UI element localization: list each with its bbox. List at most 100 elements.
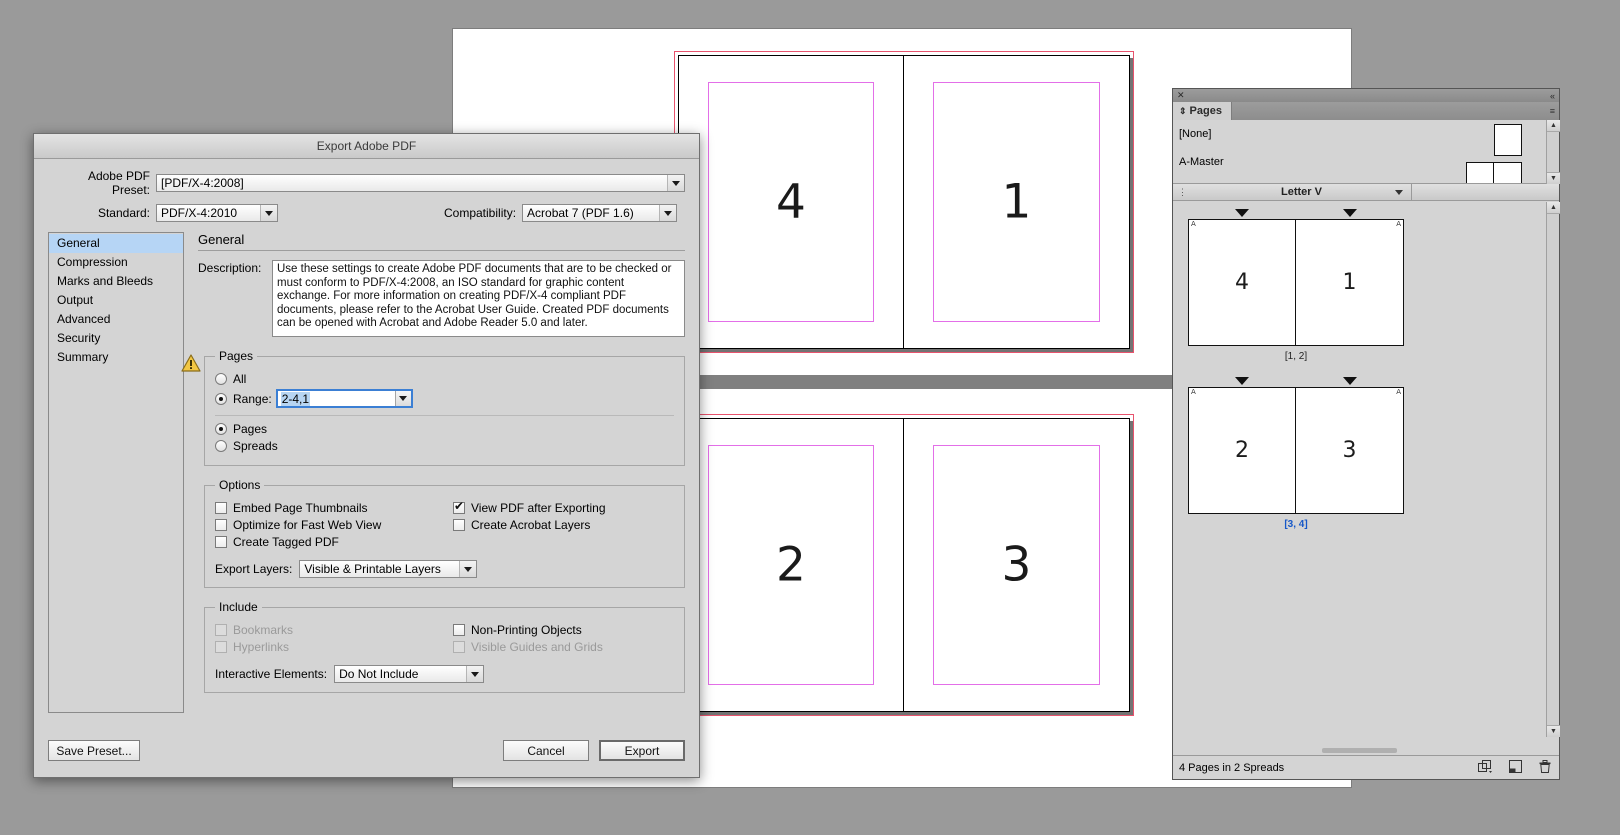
scroll-up-icon[interactable]: ▲ xyxy=(1547,120,1560,132)
delete-page-icon[interactable] xyxy=(1539,759,1551,776)
page-marker-icon xyxy=(1343,377,1357,385)
dialog-titlebar: Export Adobe PDF xyxy=(34,134,699,159)
compatibility-label: Compatibility: xyxy=(444,206,517,220)
pages-panel-titlebar: ✕ « xyxy=(1173,89,1559,102)
check-view-pdf-after-exporting-row[interactable]: View PDF after Exporting xyxy=(453,500,674,515)
chevron-down-icon xyxy=(659,205,677,221)
scroll-up-icon[interactable]: ▲ xyxy=(1547,202,1560,214)
interactive-elements-label: Interactive Elements: xyxy=(215,667,328,681)
sidebar-item-marks-and-bleeds[interactable]: Marks and Bleeds xyxy=(49,272,183,291)
master-thumbnail-none[interactable] xyxy=(1494,124,1522,156)
radio-range[interactable] xyxy=(215,392,227,405)
description-textarea[interactable]: Use these settings to create Adobe PDF d… xyxy=(272,260,685,337)
radio-pages[interactable] xyxy=(215,423,227,435)
checkbox-label: Create Tagged PDF xyxy=(233,535,339,549)
export-layers-select[interactable]: Visible & Printable Layers xyxy=(299,560,478,578)
chevron-down-icon xyxy=(1395,189,1403,195)
check-create-acrobat-layers-row[interactable]: Create Acrobat Layers xyxy=(453,518,674,532)
radio-all-row[interactable]: All xyxy=(215,372,674,386)
checkbox-create-tagged-pdf[interactable] xyxy=(215,536,227,548)
pages-thumbnail-area[interactable]: A 4 A 1 [1, 2] A 2 A 3 [3, 4] xyxy=(1173,202,1559,737)
interactive-elements-value: Do Not Include xyxy=(339,667,419,681)
compatibility-value: Acrobat 7 (PDF 1.6) xyxy=(527,206,634,220)
master-prefix-label: A xyxy=(1396,220,1401,228)
checkbox-create-acrobat-layers[interactable] xyxy=(453,519,465,531)
scroll-down-icon[interactable]: ▼ xyxy=(1547,172,1560,184)
pages-panel-tabbar: ⇕ Pages ≡ xyxy=(1173,102,1559,120)
checkbox-label: Optimize for Fast Web View xyxy=(233,518,382,532)
check-optimize-fast-web-view-row[interactable]: Optimize for Fast Web View xyxy=(215,518,453,532)
pages-panel-spread-2[interactable]: A 2 A 3 [3, 4] xyxy=(1188,377,1404,530)
save-preset-button[interactable]: Save Preset... xyxy=(48,740,140,761)
checkbox-embed-page-thumbnails[interactable] xyxy=(215,502,227,514)
new-page-icon[interactable] xyxy=(1509,759,1522,776)
sidebar-item-compression[interactable]: Compression xyxy=(49,253,183,272)
scroll-down-icon[interactable]: ▼ xyxy=(1547,725,1560,737)
options-group-legend: Options xyxy=(219,478,261,492)
pages-horizontal-scrollbar[interactable] xyxy=(1173,746,1546,755)
sidebar-item-general[interactable]: General xyxy=(49,234,183,253)
spread-thumbnail[interactable]: A 2 A 3 xyxy=(1188,387,1404,514)
chevron-down-icon[interactable] xyxy=(394,391,411,406)
radio-spreads[interactable] xyxy=(215,440,227,452)
checkbox-label: Bookmarks xyxy=(233,623,294,637)
document-spread-1[interactable]: 4 1 xyxy=(674,51,1134,353)
sidebar-item-advanced[interactable]: Advanced xyxy=(49,310,183,329)
pages-panel-spread-1[interactable]: A 4 A 1 [1, 2] xyxy=(1188,209,1404,362)
pages-panel-page-right[interactable]: A 3 xyxy=(1296,388,1403,513)
pages-vertical-scrollbar[interactable]: ▲ ▼ xyxy=(1546,202,1560,737)
checkbox-label: Visible Guides and Grids xyxy=(471,640,603,654)
close-icon[interactable]: ✕ xyxy=(1177,91,1185,100)
page-number: 4 xyxy=(1235,270,1249,295)
export-adobe-pdf-dialog: Export Adobe PDF Adobe PDF Preset: [PDF/… xyxy=(33,133,700,778)
check-create-tagged-pdf-row[interactable]: Create Tagged PDF xyxy=(215,535,453,549)
checkbox-optimize-for-fast-web-view[interactable] xyxy=(215,519,227,531)
radio-spreads-row[interactable]: Spreads xyxy=(215,439,674,453)
check-visible-guides-and-grids-row: Visible Guides and Grids xyxy=(453,640,674,654)
document-page-right[interactable]: 3 xyxy=(904,419,1129,711)
document-page-left[interactable]: 2 xyxy=(679,419,904,711)
sidebar-item-security[interactable]: Security xyxy=(49,329,183,348)
export-layers-value: Visible & Printable Layers xyxy=(304,562,441,576)
radio-all[interactable] xyxy=(215,373,227,385)
collapse-panel-icon[interactable]: « xyxy=(1550,91,1555,101)
range-input[interactable]: 2-4,1 xyxy=(275,389,413,408)
masters-scrollbar[interactable]: ▲ ▼ xyxy=(1546,120,1560,184)
master-thumbnail-a-master[interactable] xyxy=(1466,162,1522,183)
tab-pages[interactable]: ⇕ Pages xyxy=(1173,102,1232,120)
pages-panel-page-right[interactable]: A 1 xyxy=(1296,220,1403,345)
standard-select[interactable]: PDF/X-4:2010 xyxy=(156,204,278,222)
preset-row: Adobe PDF Preset: [PDF/X-4:2008] xyxy=(48,169,685,197)
compatibility-select[interactable]: Acrobat 7 (PDF 1.6) xyxy=(522,204,678,222)
panel-menu-icon[interactable]: ≡ xyxy=(1550,106,1555,116)
status-text: 4 Pages in 2 Spreads xyxy=(1179,761,1285,774)
document-page-right[interactable]: 1 xyxy=(904,56,1129,348)
pages-panel-page-left[interactable]: A 2 xyxy=(1189,388,1296,513)
page-size-select[interactable]: Letter V xyxy=(1192,184,1412,200)
master-label: [None] xyxy=(1179,128,1212,140)
cancel-button[interactable]: Cancel xyxy=(503,740,589,761)
checkbox-bookmarks xyxy=(215,624,227,636)
checkbox-label: View PDF after Exporting xyxy=(471,501,606,515)
scrollbar-thumb[interactable] xyxy=(1322,748,1397,753)
export-button[interactable]: Export xyxy=(599,740,685,761)
checkbox-view-pdf-after-exporting[interactable] xyxy=(453,500,465,514)
pages-panel-page-left[interactable]: A 4 xyxy=(1189,220,1296,345)
dialog-category-list[interactable]: General Compression Marks and Bleeds Out… xyxy=(48,232,201,713)
spread-thumbnail[interactable]: A 4 A 1 xyxy=(1188,219,1404,346)
check-embed-page-thumbnails-row[interactable]: Embed Page Thumbnails xyxy=(215,501,453,515)
sidebar-item-output[interactable]: Output xyxy=(49,291,183,310)
checkbox-hyperlinks xyxy=(215,641,227,653)
adobe-pdf-preset-select[interactable]: [PDF/X-4:2008] xyxy=(156,174,685,192)
document-spread-2[interactable]: 2 3 xyxy=(674,414,1134,716)
radio-range-row[interactable]: Range: 2-4,1 xyxy=(215,389,674,408)
document-page-left[interactable]: 4 xyxy=(679,56,904,348)
edit-page-size-icon[interactable] xyxy=(1478,759,1492,776)
check-non-printing-objects-row[interactable]: Non-Printing Objects xyxy=(453,623,674,637)
sidebar-item-summary[interactable]: Summary xyxy=(49,348,183,367)
export-layers-label: Export Layers: xyxy=(215,562,293,576)
radio-pages-row[interactable]: Pages xyxy=(215,422,674,436)
interactive-elements-select[interactable]: Do Not Include xyxy=(334,665,485,683)
checkbox-non-printing-objects[interactable] xyxy=(453,624,465,636)
drag-grip-icon[interactable]: ⋮ xyxy=(1173,187,1192,198)
